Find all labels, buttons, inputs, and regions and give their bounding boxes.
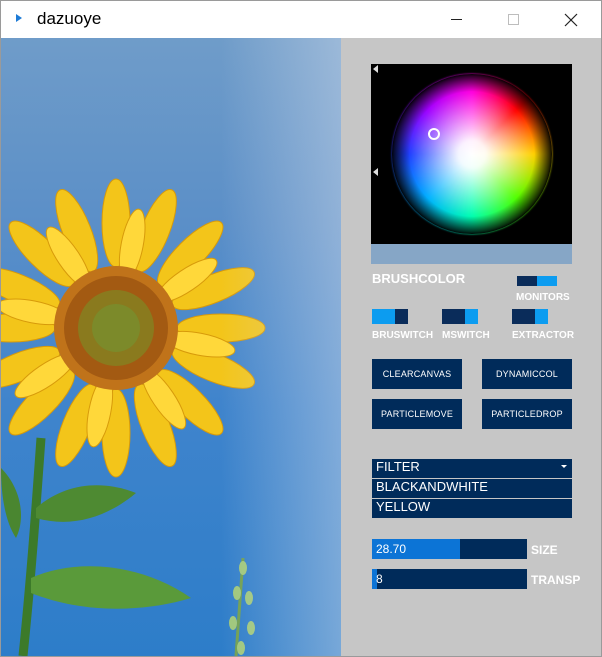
filter-option-blackandwhite[interactable]: BLACKANDWHITE [372,479,572,499]
size-label: SIZE [531,543,558,557]
brush-color-preview [371,244,572,264]
app-icon [16,14,22,22]
transp-label: TRANSP [531,573,581,587]
color-wheel-picker[interactable] [371,64,572,244]
bruswitch-toggle[interactable] [372,309,408,324]
monitors-toggle[interactable] [517,276,557,286]
minimize-button[interactable] [428,1,484,38]
extractor-toggle-fill [534,309,548,324]
dynamiccol-button[interactable]: DYNAMICCOL [482,359,572,389]
close-button[interactable] [543,1,599,38]
app-window: dazuoye BRUSHCOLOR MONITORS BRUSWITCH MS… [0,0,602,657]
extractor-toggle[interactable] [512,309,548,324]
brightness-marker-icon [373,65,378,73]
control-panel: BRUSHCOLOR MONITORS BRUSWITCH MSWITCH EX… [341,38,601,656]
size-slider[interactable]: 28.70 [372,539,527,559]
filter-label: FILTER [376,459,420,474]
maximize-button[interactable] [485,1,541,38]
bruswitch-toggle-fill [372,309,395,324]
filter-dropdown[interactable]: FILTER BLACKANDWHITE YELLOW [372,459,572,519]
color-wheel-fade [392,74,552,234]
brightness-marker-icon [373,168,378,176]
size-value: 28.70 [376,542,407,556]
window-title: dazuoye [37,9,102,28]
drawing-canvas[interactable] [1,38,341,656]
mswitch-toggle-fill [464,309,478,324]
sunflower-image [1,178,266,656]
chevron-down-icon[interactable] [561,465,567,468]
filter-dropdown-header[interactable]: FILTER [372,459,572,479]
monitors-label: MONITORS [516,292,570,303]
brushcolor-label: BRUSHCOLOR [372,271,466,286]
maximize-icon [507,14,519,25]
color-wheel-cursor[interactable] [428,128,440,140]
particledrop-button[interactable]: PARTICLEDROP [482,399,572,429]
transp-value: 8 [376,572,383,586]
mswitch-label: MSWITCH [442,330,490,341]
extractor-label: EXTRACTOR [512,330,575,341]
transp-slider[interactable]: 8 [372,569,527,589]
filter-option-yellow[interactable]: YELLOW [372,499,572,519]
mswitch-toggle[interactable] [442,309,478,324]
close-icon [564,13,578,26]
minimize-icon [450,19,462,20]
particlemove-button[interactable]: PARTICLEMOVE [372,399,462,429]
title-bar[interactable]: dazuoye [1,1,601,38]
monitors-toggle-fill [537,276,557,286]
clearcanvas-button[interactable]: CLEARCANVAS [372,359,462,389]
bruswitch-label: BRUSWITCH [372,330,434,341]
